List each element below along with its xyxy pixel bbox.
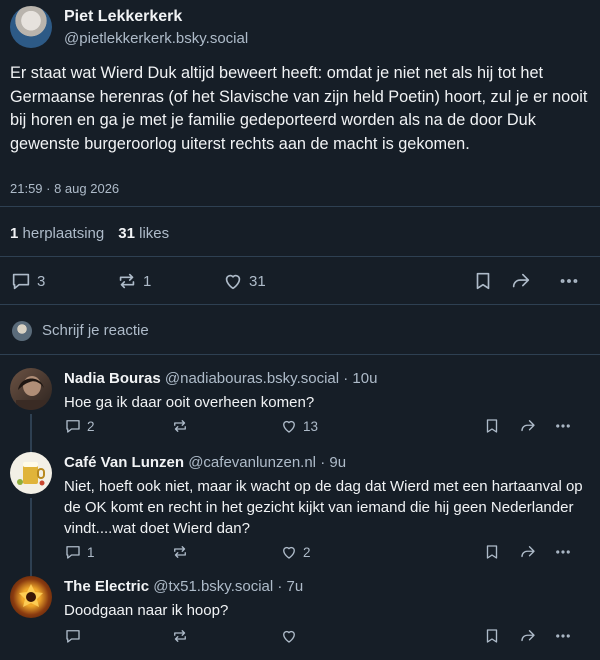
bookmark-button[interactable]	[472, 270, 494, 292]
more-dots-icon	[560, 279, 578, 283]
commenter-avatar[interactable]	[10, 452, 52, 494]
share-button[interactable]	[519, 543, 537, 561]
thread-line	[30, 498, 32, 584]
comment-bubble-icon	[12, 273, 30, 290]
reply-item[interactable]: Café Van Lunzen @cafevanlunzen.nl · 9u N…	[0, 452, 600, 584]
more-button[interactable]	[558, 270, 580, 292]
author-avatar[interactable]	[10, 6, 52, 48]
comment-actions: 1 2	[64, 543, 584, 565]
comment-actions	[64, 627, 584, 649]
share-button[interactable]	[510, 270, 532, 292]
share-arrow-icon	[521, 546, 535, 558]
like-button[interactable]: 13	[280, 417, 318, 435]
post-actions: 3 1 31	[10, 268, 590, 294]
likes-stat[interactable]: 31 likes	[118, 225, 169, 242]
commenter-name[interactable]: Café Van Lunzen	[64, 454, 184, 471]
bookmark-icon	[486, 629, 498, 643]
main-post: Piet Lekkerkerk @pietlekkerkerk.bsky.soc…	[0, 0, 600, 305]
heart-icon	[283, 630, 295, 643]
commenter-handle[interactable]: @nadiabouras.bsky.social	[165, 370, 339, 387]
share-arrow-icon	[521, 630, 535, 642]
likes-count: 31	[118, 225, 135, 242]
share-arrow-icon	[521, 420, 535, 432]
thread-line	[30, 414, 32, 454]
commenter-handle[interactable]: @tx51.bsky.social	[153, 578, 273, 595]
repost-count: 1	[143, 272, 152, 290]
repost-arrows-icon	[174, 420, 186, 432]
comment-bubble-icon	[66, 630, 80, 643]
comment-text: Doodgaan naar ik hoop?	[64, 602, 229, 619]
reply-count: 2	[87, 418, 95, 434]
reply-count: 3	[37, 272, 46, 290]
divider	[0, 256, 600, 257]
reply-button[interactable]	[64, 627, 87, 645]
reposts-label: herplaatsing	[22, 225, 105, 242]
reply-button[interactable]: 2	[64, 417, 95, 435]
bookmark-icon	[476, 272, 490, 290]
bookmark-icon	[486, 545, 498, 559]
post-text: Er staat wat Wierd Duk altijd beweert he…	[10, 64, 588, 153]
comment-header: Nadia Bouras @nadiabouras.bsky.social · …	[64, 370, 377, 387]
likes-label: likes	[139, 225, 170, 242]
bookmark-icon	[486, 419, 498, 433]
comment-time[interactable]: · 7u	[277, 578, 303, 595]
heart-icon	[283, 546, 295, 559]
like-button[interactable]	[280, 627, 303, 645]
author-name[interactable]: Piet Lekkerkerk	[64, 8, 182, 26]
comment-actions: 2 13	[64, 417, 584, 439]
like-count: 31	[249, 272, 266, 290]
more-dots-icon	[556, 550, 570, 554]
reply-button[interactable]: 3	[10, 270, 45, 292]
reply-prompt[interactable]: Schrijf je reactie	[42, 322, 149, 339]
comment-text: Hoe ga ik daar ooit overheen komen?	[64, 394, 315, 411]
like-button[interactable]: 31	[222, 270, 266, 292]
comment-time[interactable]: · 9u	[320, 454, 346, 471]
comment-bubble-icon	[66, 546, 80, 559]
reply-item[interactable]: The Electric @tx51.bsky.social · 7u Dood…	[0, 576, 600, 660]
commenter-name[interactable]: Nadia Bouras	[64, 370, 161, 387]
more-button[interactable]	[554, 417, 572, 435]
comment-time[interactable]: · 10u	[343, 370, 377, 387]
more-button[interactable]	[554, 543, 572, 561]
more-dots-icon	[556, 424, 570, 428]
my-avatar	[12, 321, 32, 341]
comment-header: The Electric @tx51.bsky.social · 7u	[64, 578, 303, 595]
bookmark-button[interactable]	[483, 627, 501, 645]
divider	[0, 206, 600, 207]
reply-count: 1	[87, 544, 95, 560]
heart-icon	[225, 274, 241, 290]
commenter-handle[interactable]: @cafevanlunzen.nl	[188, 454, 316, 471]
repost-button[interactable]	[171, 417, 194, 435]
repost-arrows-icon	[174, 630, 186, 642]
repost-arrows-icon	[174, 546, 186, 558]
heart-icon	[283, 420, 295, 433]
like-count: 2	[303, 544, 311, 560]
repost-button[interactable]	[171, 543, 194, 561]
share-button[interactable]	[519, 417, 537, 435]
commenter-avatar[interactable]	[10, 576, 52, 618]
share-arrow-icon	[512, 273, 530, 288]
more-button[interactable]	[554, 627, 572, 645]
comment-header: Café Van Lunzen @cafevanlunzen.nl · 9u	[64, 454, 346, 471]
repost-button[interactable]: 1	[116, 270, 151, 292]
reposts-count: 1	[10, 225, 19, 242]
post-stats: 1 herplaatsing 31 likes	[10, 225, 169, 242]
reposts-stat[interactable]: 1 herplaatsing	[10, 225, 104, 242]
commenter-name[interactable]: The Electric	[64, 578, 149, 595]
reply-item[interactable]: Nadia Bouras @nadiabouras.bsky.social · …	[0, 368, 600, 454]
comment-bubble-icon	[66, 420, 80, 433]
bookmark-button[interactable]	[483, 543, 501, 561]
like-count: 13	[303, 418, 319, 434]
bookmark-button[interactable]	[483, 417, 501, 435]
reply-button[interactable]: 1	[64, 543, 95, 561]
author-handle[interactable]: @pietlekkerkerk.bsky.social	[64, 30, 248, 47]
post-timestamp[interactable]: 21:59 · 8 aug 2026	[10, 181, 119, 196]
more-dots-icon	[556, 634, 570, 638]
commenter-avatar[interactable]	[10, 368, 52, 410]
like-button[interactable]: 2	[280, 543, 311, 561]
repost-button[interactable]	[171, 627, 194, 645]
share-button[interactable]	[519, 627, 537, 645]
comment-text: Niet, hoeft ook niet, maar ik wacht op d…	[64, 478, 583, 537]
repost-arrows-icon	[119, 273, 135, 289]
